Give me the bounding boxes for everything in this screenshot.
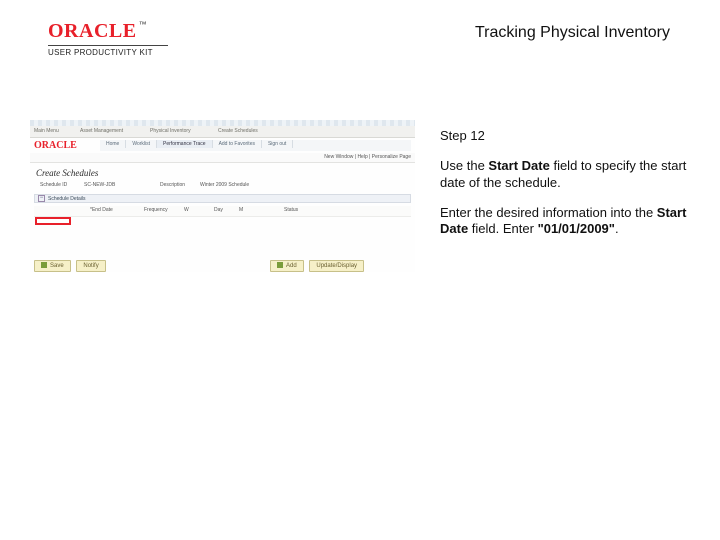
schedule-id-value: SC-NEW-JDB: [84, 182, 115, 188]
top-link-performance[interactable]: Performance Trace: [157, 140, 213, 148]
step-label: Step 12: [440, 128, 690, 144]
section-header: −Schedule Details: [34, 194, 411, 203]
app-brand-logo: ORACLE: [34, 140, 77, 151]
status-label: Status: [284, 207, 298, 213]
collapse-icon[interactable]: −: [38, 195, 45, 202]
section-header-label: Schedule Details: [48, 196, 86, 202]
end-date-label: *End Date: [90, 207, 113, 213]
brand-subtitle: USER PRODUCTIVITY KIT: [48, 48, 168, 57]
add-button[interactable]: Add: [270, 260, 304, 272]
text: Use the: [440, 158, 488, 173]
top-link-signout[interactable]: Sign out: [262, 140, 293, 148]
top-link-worklist[interactable]: Worklist: [126, 140, 157, 148]
app-screenshot: Main Menu Asset Management Physical Inve…: [30, 120, 415, 272]
instruction-line-1: Use the Start Date field to specify the …: [440, 158, 690, 191]
action-buttons-left: Save Notify: [34, 260, 110, 272]
notify-button[interactable]: Notify: [76, 260, 105, 272]
text: Enter the desired information into the: [440, 205, 657, 220]
breadcrumb[interactable]: Physical Inventory: [150, 128, 191, 134]
description-value: Winter 2009 Schedule: [200, 182, 249, 188]
update-button[interactable]: Update/Display: [309, 260, 364, 272]
sub-toolbar: New Window | Help | Personalize Page: [30, 153, 415, 163]
start-date-input[interactable]: [35, 217, 71, 225]
oracle-logo-text: ORACLE: [48, 20, 137, 43]
text: .: [615, 221, 619, 236]
entry-value: "01/01/2009": [538, 221, 615, 236]
top-link-favorites[interactable]: Add to Favorites: [213, 140, 262, 148]
schedule-id-label: Schedule ID: [40, 182, 67, 188]
page-title: Tracking Physical Inventory: [475, 24, 670, 42]
app-window: Main Menu Asset Management Physical Inve…: [30, 120, 415, 272]
content-columns: Main Menu Asset Management Physical Inve…: [0, 120, 720, 300]
instruction-panel: Step 12 Use the Start Date field to spec…: [440, 128, 690, 251]
page-heading: Create Schedules: [36, 168, 98, 178]
frequency-value[interactable]: W: [184, 207, 189, 213]
day-value[interactable]: M: [239, 207, 243, 213]
breadcrumb[interactable]: Create Schedules: [218, 128, 258, 134]
breadcrumb-bar: Main Menu Asset Management Physical Inve…: [30, 126, 415, 138]
text: field. Enter: [468, 221, 537, 236]
frequency-label: Frequency: [144, 207, 168, 213]
day-label: Day: [214, 207, 223, 213]
breadcrumb[interactable]: Main Menu: [34, 128, 59, 134]
page-root: ORACLE™ USER PRODUCTIVITY KIT Tracking P…: [0, 0, 720, 540]
save-button[interactable]: Save: [34, 260, 71, 272]
page-header: ORACLE™ USER PRODUCTIVITY KIT Tracking P…: [0, 20, 720, 60]
top-links-bar: HomeWorklistPerformance TraceAdd to Favo…: [100, 140, 411, 151]
action-buttons-right: Add Update/Display: [270, 260, 368, 272]
trademark-symbol: ™: [139, 20, 147, 29]
description-label: Description: [160, 182, 185, 188]
brand-block: ORACLE™ USER PRODUCTIVITY KIT: [48, 20, 168, 57]
field-name: Start Date: [488, 158, 549, 173]
instruction-line-2: Enter the desired information into the S…: [440, 205, 690, 238]
top-link-home[interactable]: Home: [100, 140, 126, 148]
breadcrumb[interactable]: Asset Management: [80, 128, 123, 134]
brand-divider: [48, 45, 168, 46]
sub-toolbar-links[interactable]: New Window | Help | Personalize Page: [324, 154, 411, 160]
form-row: *End Date Frequency W Day M Status: [34, 206, 411, 217]
